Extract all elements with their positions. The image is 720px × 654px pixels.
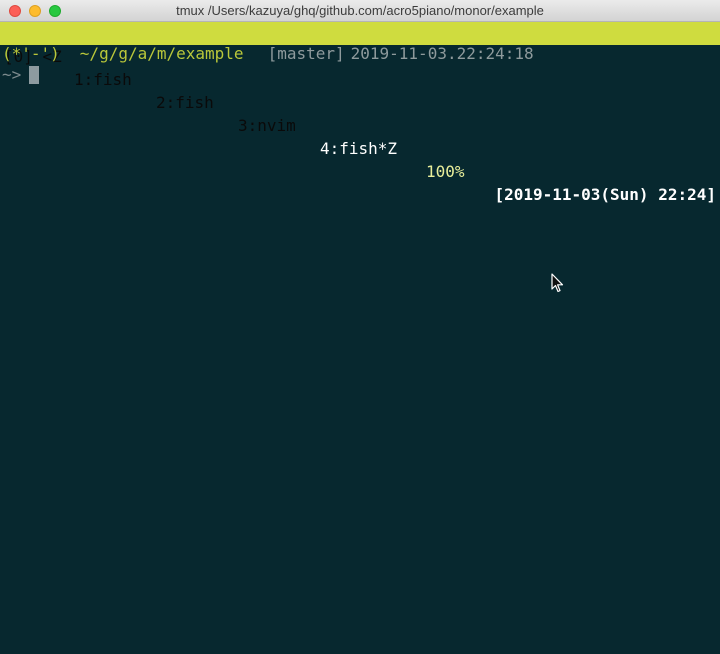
tmux-status-bar: [0] <Z 1:fish 2:fish 3:nvim 4:fish*Z 100… (0, 22, 720, 204)
prompt-face: (*'-') (2, 44, 60, 63)
tmux-window-2[interactable]: 2:fish (156, 91, 214, 114)
prompt-path: ~/g/g/a/m/example (79, 44, 244, 63)
tmux-window-1[interactable]: 1:fish (74, 68, 132, 91)
status-clock: [2019-11-03(Sun) 22:24] (494, 185, 716, 204)
prompt-timestamp: 2019-11-03.22:24:18 (350, 44, 534, 63)
text-cursor (29, 66, 40, 84)
tmux-window-3[interactable]: 3:nvim (238, 114, 296, 137)
window-title: tmux /Users/kazuya/ghq/github.com/acro5p… (176, 3, 544, 18)
command-line[interactable]: ~> (2, 65, 40, 84)
git-branch: [master] (267, 44, 345, 63)
terminal-window: tmux /Users/kazuya/ghq/github.com/acro5p… (0, 0, 720, 654)
mouse-pointer-icon (551, 273, 564, 293)
tmux-window-4-active[interactable]: 4:fish*Z (320, 137, 397, 160)
title-bar[interactable]: tmux /Users/kazuya/ghq/github.com/acro5p… (0, 0, 720, 22)
prompt-info-line: (*'-') ~/g/g/a/m/example [master] 2019-11-0… (2, 45, 534, 63)
battery-percent: 100% (426, 162, 465, 181)
prompt-symbol: ~> (2, 65, 22, 84)
